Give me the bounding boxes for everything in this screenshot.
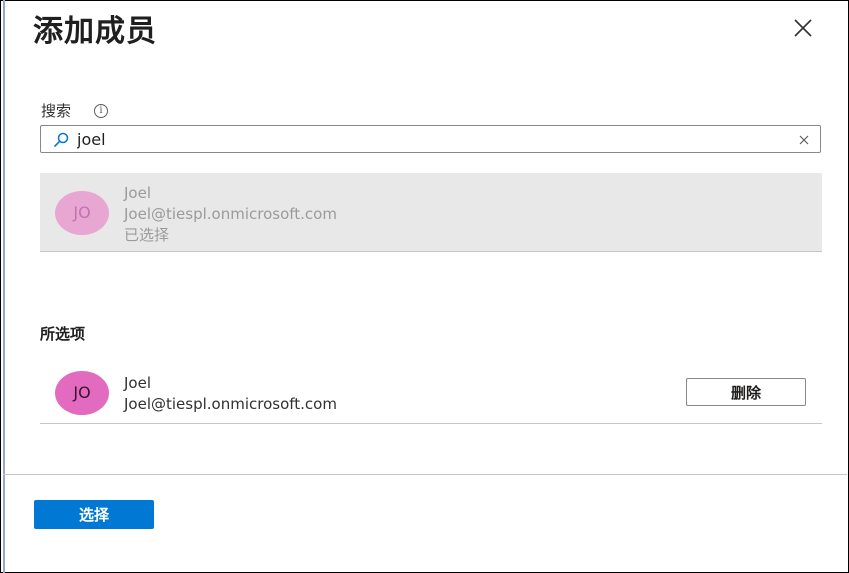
clear-icon[interactable] <box>797 132 811 146</box>
select-button[interactable]: 选择 <box>34 500 154 529</box>
search-label: 搜索 <box>41 102 72 120</box>
selected-items-heading: 所选项 <box>40 325 86 343</box>
dialog-frame <box>0 0 849 573</box>
panel-left-edge <box>3 0 5 573</box>
search-input[interactable] <box>77 129 777 149</box>
search-result-text: Joel Joel@tiespl.onmicrosoft.com 已选择 <box>124 183 337 246</box>
footer-divider <box>3 474 847 475</box>
search-icon <box>53 132 69 148</box>
selected-email: Joel@tiespl.onmicrosoft.com <box>124 395 337 413</box>
avatar: JO <box>55 371 109 415</box>
divider <box>40 423 822 424</box>
result-email: Joel@tiespl.onmicrosoft.com <box>124 205 337 223</box>
result-name: Joel <box>124 184 151 202</box>
selected-name: Joel <box>124 374 151 392</box>
dialog-title: 添加成员 <box>33 14 157 49</box>
close-icon[interactable] <box>792 17 814 39</box>
info-icon[interactable]: i <box>94 104 108 118</box>
search-result-row[interactable]: JO Joel Joel@tiespl.onmicrosoft.com 已选择 <box>40 173 822 252</box>
search-box[interactable] <box>40 125 821 153</box>
remove-button[interactable]: 删除 <box>686 378 806 406</box>
result-status: 已选择 <box>124 226 170 244</box>
selected-item-text: Joel Joel@tiespl.onmicrosoft.com <box>124 373 337 415</box>
avatar: JO <box>55 191 109 235</box>
